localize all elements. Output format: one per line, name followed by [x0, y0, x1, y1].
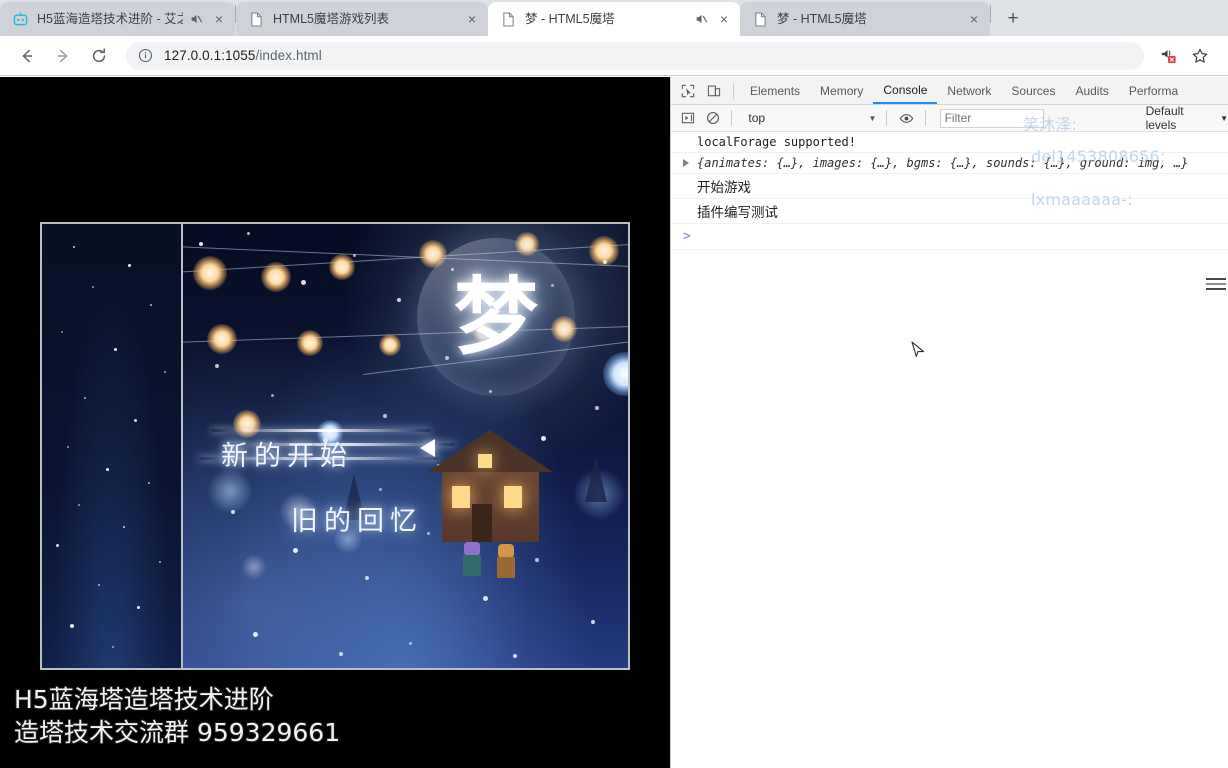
promo-overlay-text: H5蓝海塔造塔技术进阶 造塔技术交流群 959329661 — [14, 683, 340, 749]
device-toolbar-icon[interactable] — [701, 79, 727, 103]
filterbar-divider — [731, 110, 733, 126]
game-stage: 梦 新的开始 旧的回忆 — [183, 224, 628, 668]
page-favicon — [248, 11, 264, 27]
back-button[interactable] — [12, 41, 42, 71]
promo-line-1: H5蓝海塔造塔技术进阶 — [14, 685, 274, 714]
devtools-panel: Elements Memory Console Network Sources … — [670, 77, 1228, 768]
browser-tab-4[interactable]: 梦 - HTML5魔塔 × — [740, 2, 990, 36]
filterbar-divider-2 — [886, 110, 888, 126]
console-object-preview: {animates: {…}, images: {…}, bgms: {…}, … — [697, 156, 1189, 170]
bookmark-star-icon[interactable] — [1186, 42, 1214, 70]
info-circle-icon[interactable] — [138, 48, 154, 64]
console-filter-input[interactable] — [939, 108, 1044, 128]
tab-mute-icon[interactable] — [692, 12, 710, 26]
browser-toolbar: 127.0.0.1:1055/index.html — [0, 36, 1228, 76]
devtools-tab-sources[interactable]: Sources — [1001, 77, 1065, 104]
muted-tab-audio-icon[interactable] — [1154, 42, 1182, 70]
console-log-levels-selector[interactable]: Default levels ▼ — [1146, 104, 1228, 132]
page-viewport: 梦 新的开始 旧的回忆 H5蓝海塔造塔技术进阶 造塔技术交流群 95932966… — [0, 77, 670, 768]
tab-close-button[interactable]: × — [714, 9, 734, 29]
tab-title: HTML5魔塔游戏列表 — [273, 12, 389, 26]
console-output[interactable]: localForage supported! {animates: {…}, i… — [671, 132, 1228, 290]
menu-item-new-game[interactable]: 新的开始 — [221, 434, 353, 473]
console-log-row[interactable]: 插件编写测试 — [671, 199, 1228, 224]
url-host: 127.0.0.1:1055 — [164, 48, 256, 63]
tab-close-button[interactable]: × — [209, 9, 229, 29]
address-bar-text: 127.0.0.1:1055/index.html — [164, 48, 322, 63]
new-tab-button[interactable]: + — [999, 4, 1027, 32]
console-context-value: top — [748, 111, 766, 125]
page-favicon — [752, 11, 768, 27]
toolbar-divider — [733, 82, 734, 99]
devtools-tab-performance[interactable]: Performa — [1119, 77, 1188, 104]
clear-console-icon[interactable] — [700, 106, 725, 130]
address-bar[interactable]: 127.0.0.1:1055/index.html — [126, 41, 1144, 70]
browser-tab-2[interactable]: HTML5魔塔游戏列表 × — [236, 2, 488, 36]
page-favicon — [500, 11, 516, 27]
console-log-text: localForage supported! — [697, 135, 856, 149]
devtools-tab-elements[interactable]: Elements — [740, 77, 810, 104]
tab-mute-icon[interactable] — [187, 12, 205, 26]
console-prompt[interactable]: > — [671, 224, 1228, 250]
tab-title: H5蓝海造塔技术进阶 - 艾之 — [37, 12, 183, 26]
forward-button[interactable] — [48, 41, 78, 71]
more-options-icon[interactable] — [1206, 278, 1226, 293]
expand-arrow-icon[interactable] — [683, 159, 689, 167]
console-filter-bar: top ▼ Default levels ▼ — [671, 104, 1228, 132]
tab-divider — [990, 5, 991, 23]
browser-tab-1[interactable]: H5蓝海造塔技术进阶 - 艾之 × — [0, 2, 235, 36]
execute-snippet-icon[interactable] — [675, 106, 700, 130]
console-log-text: 开始游戏 — [697, 180, 751, 196]
game-canvas[interactable]: 梦 新的开始 旧的回忆 — [40, 222, 630, 670]
console-object-row[interactable]: {animates: {…}, images: {…}, bgms: {…}, … — [671, 153, 1228, 174]
menu-item-load-game[interactable]: 旧的回忆 — [291, 499, 423, 538]
devtools-tab-console[interactable]: Console — [873, 77, 938, 104]
url-path: /index.html — [255, 48, 322, 63]
promo-line-2: 造塔技术交流群 959329661 — [14, 718, 341, 747]
game-main-menu: 新的开始 旧的回忆 — [183, 224, 628, 668]
browser-tab-3-active[interactable]: 梦 - HTML5魔塔 × — [488, 2, 740, 36]
chevron-down-icon: ▼ — [868, 113, 877, 123]
console-prompt-chevron-icon: > — [683, 229, 691, 244]
console-log-row[interactable]: localForage supported! — [671, 132, 1228, 153]
console-log-text: 插件编写测试 — [697, 205, 778, 221]
inspect-element-icon[interactable] — [675, 79, 701, 103]
devtools-tab-audits[interactable]: Audits — [1065, 77, 1118, 104]
browser-window: H5蓝海造塔技术进阶 - 艾之 × HTML5魔塔游戏列表 × 梦 - HTML… — [0, 0, 1228, 768]
live-expression-icon[interactable] — [893, 106, 918, 130]
console-context-selector[interactable]: top ▼ — [744, 109, 880, 128]
blue-robot-favicon — [12, 11, 28, 27]
game-status-panel — [42, 224, 183, 668]
devtools-tab-memory[interactable]: Memory — [810, 77, 873, 104]
filterbar-divider-3 — [924, 110, 926, 126]
reload-button[interactable] — [84, 41, 114, 71]
chevron-down-icon: ▼ — [1220, 113, 1228, 123]
console-log-row[interactable]: 开始游戏 — [671, 174, 1228, 199]
devtools-tab-bar: Elements Memory Console Network Sources … — [671, 77, 1228, 105]
tab-strip: H5蓝海造塔技术进阶 - 艾之 × HTML5魔塔游戏列表 × 梦 - HTML… — [0, 0, 1228, 36]
tab-title: 梦 - HTML5魔塔 — [525, 12, 615, 26]
tab-title: 梦 - HTML5魔塔 — [777, 12, 867, 26]
menu-selection-cursor-icon — [420, 439, 435, 457]
console-log-levels-value: Default levels — [1145, 104, 1184, 132]
devtools-tab-network[interactable]: Network — [937, 77, 1001, 104]
mouse-cursor-icon — [911, 341, 927, 368]
tab-close-button[interactable]: × — [964, 9, 984, 29]
tab-close-button[interactable]: × — [462, 9, 482, 29]
